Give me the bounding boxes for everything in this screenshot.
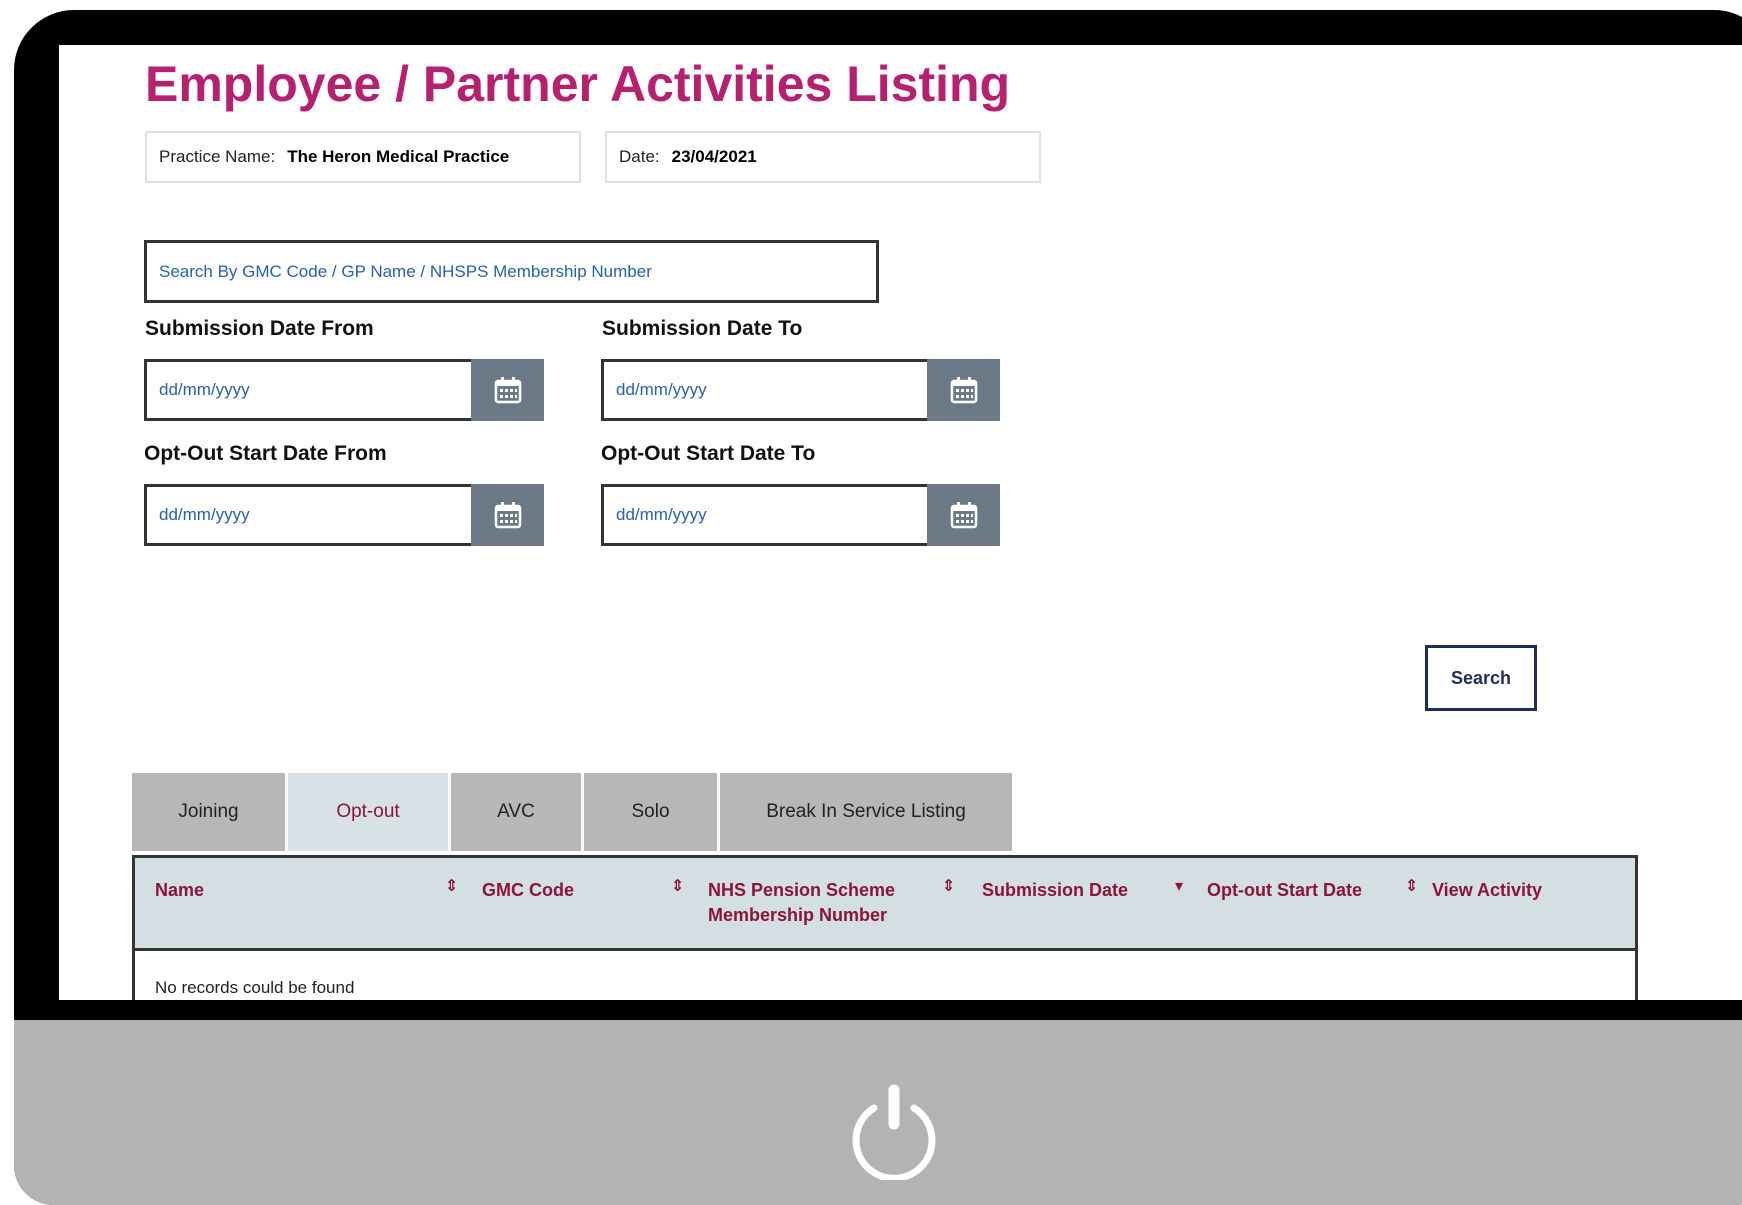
column-view-activity: View Activity xyxy=(1432,880,1543,900)
sort-icon[interactable]: ⇕ xyxy=(445,876,458,896)
calendar-icon xyxy=(950,502,977,529)
screen: Employee / Partner Activities Listing Pr… xyxy=(59,45,1742,1000)
tab-solo[interactable]: Solo xyxy=(584,773,717,851)
results-table: Name ⇕ GMC Code ⇕ NHS Pension Scheme Mem… xyxy=(132,855,1638,1000)
sort-desc-icon[interactable]: ▾ xyxy=(1175,876,1183,896)
date-box: Date: 23/04/2021 xyxy=(605,131,1041,183)
calendar-icon xyxy=(494,377,521,404)
column-name[interactable]: Name xyxy=(155,878,204,903)
submission-date-from-calendar-button[interactable] xyxy=(471,359,544,421)
date-label: Date: xyxy=(619,147,660,166)
power-icon[interactable] xyxy=(844,1080,944,1180)
column-optout-start-date[interactable]: Opt-out Start Date xyxy=(1207,878,1362,903)
optout-date-from-input[interactable]: dd/mm/yyyy xyxy=(144,484,494,546)
practice-name-label: Practice Name: xyxy=(159,147,276,166)
optout-date-to-calendar-button[interactable] xyxy=(927,484,1000,546)
practice-name-box: Practice Name: The Heron Medical Practic… xyxy=(145,131,581,183)
calendar-icon xyxy=(950,377,977,404)
tab-joining[interactable]: Joining xyxy=(132,773,285,851)
calendar-icon xyxy=(494,502,521,529)
column-submission-date[interactable]: Submission Date xyxy=(982,878,1128,903)
tab-opt-out[interactable]: Opt-out xyxy=(288,773,448,851)
submission-date-to-calendar-button[interactable] xyxy=(927,359,1000,421)
optout-date-from-calendar-button[interactable] xyxy=(471,484,544,546)
table-header: Name ⇕ GMC Code ⇕ NHS Pension Scheme Mem… xyxy=(135,858,1635,951)
practice-name-value: The Heron Medical Practice xyxy=(287,147,510,166)
optout-date-to-input[interactable]: dd/mm/yyyy xyxy=(601,484,951,546)
activity-tabs: Joining Opt-out AVC Solo Break In Servic… xyxy=(132,773,1015,851)
submission-date-from-label: Submission Date From xyxy=(145,317,374,340)
submission-date-from-input[interactable]: dd/mm/yyyy xyxy=(144,359,494,421)
sort-icon[interactable]: ⇕ xyxy=(1405,876,1418,896)
optout-date-from-label: Opt-Out Start Date From xyxy=(144,442,387,465)
monitor-frame: Employee / Partner Activities Listing Pr… xyxy=(14,10,1742,1205)
column-gmc-code[interactable]: GMC Code xyxy=(482,878,574,903)
submission-date-to-input[interactable]: dd/mm/yyyy xyxy=(601,359,951,421)
page-title: Employee / Partner Activities Listing xyxy=(145,56,1011,112)
submission-date-to-label: Submission Date To xyxy=(602,317,803,340)
tab-break-in-service[interactable]: Break In Service Listing xyxy=(720,773,1012,851)
empty-message: No records could be found xyxy=(155,978,355,997)
search-button[interactable]: Search xyxy=(1425,645,1537,711)
optout-date-to-label: Opt-Out Start Date To xyxy=(601,442,816,465)
search-input[interactable]: Search By GMC Code / GP Name / NHSPS Mem… xyxy=(144,240,879,303)
sort-icon[interactable]: ⇕ xyxy=(942,876,955,896)
tab-avc[interactable]: AVC xyxy=(451,773,581,851)
sort-icon[interactable]: ⇕ xyxy=(671,876,684,896)
column-membership-number[interactable]: NHS Pension Scheme Membership Number xyxy=(708,878,918,928)
date-value: 23/04/2021 xyxy=(671,147,757,166)
